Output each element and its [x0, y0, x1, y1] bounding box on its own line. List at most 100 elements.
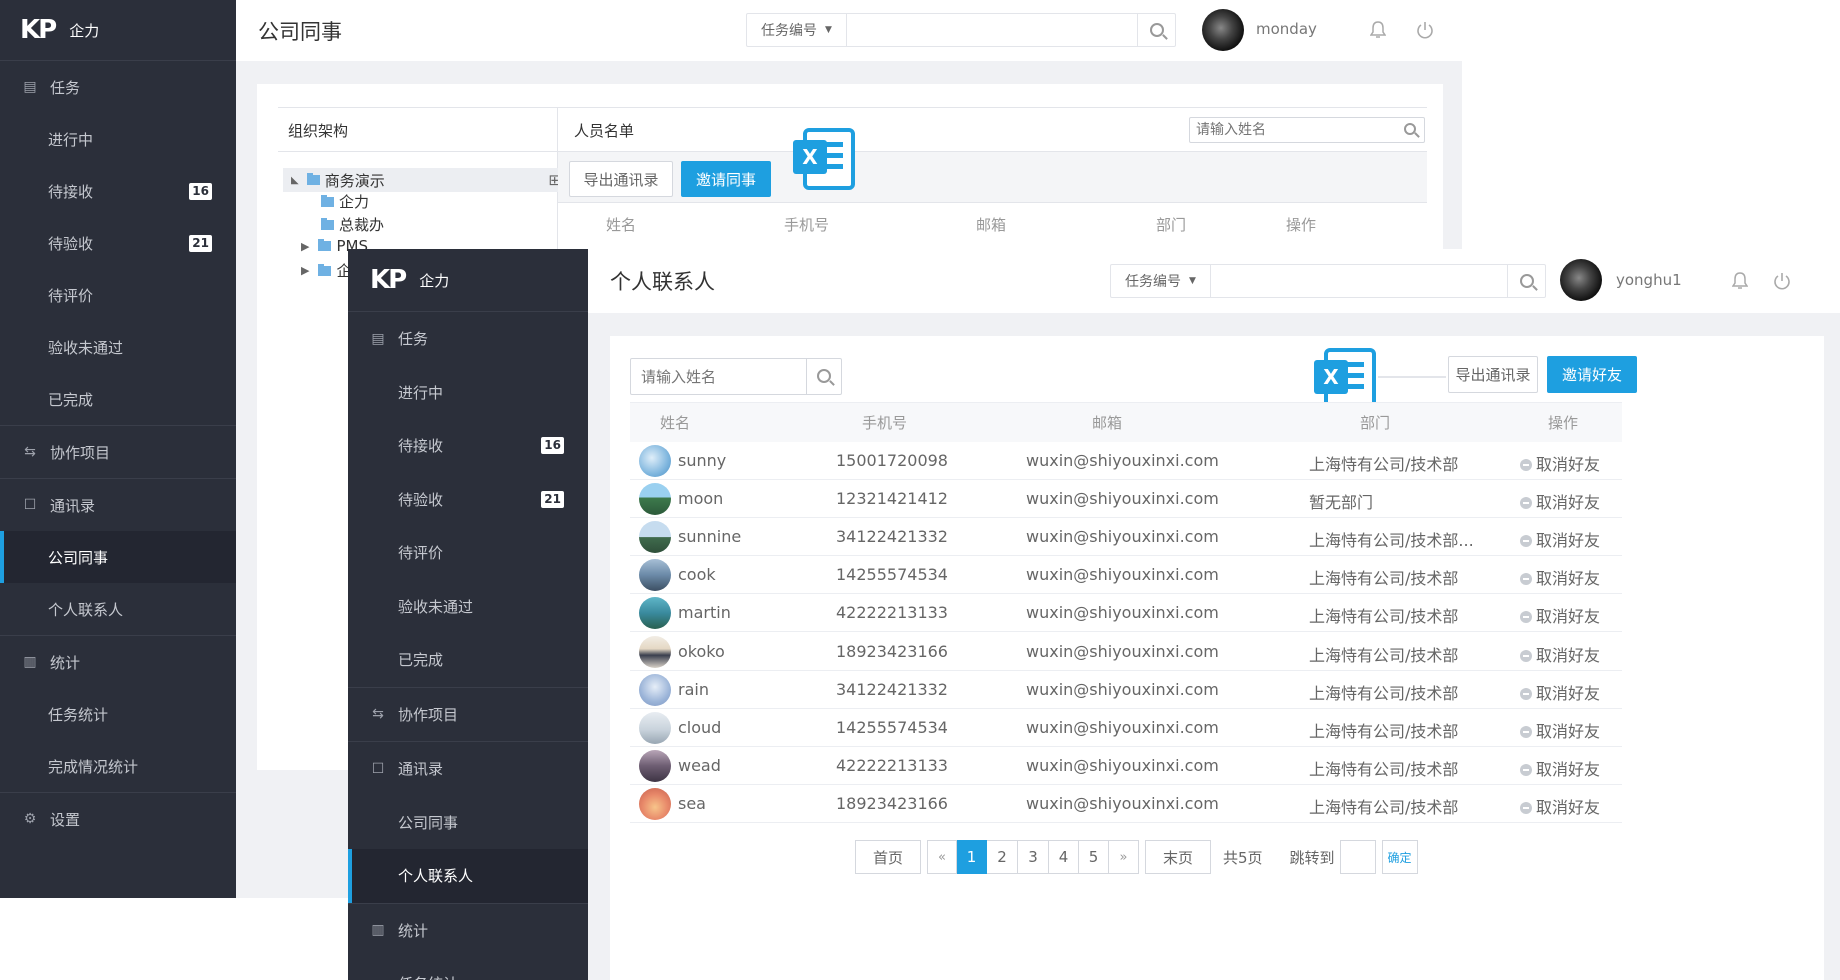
search-icon[interactable] — [817, 369, 831, 383]
unfriend-label: 取消好友 — [1536, 759, 1601, 779]
sidebar-item-done[interactable]: 已完成 — [348, 633, 588, 687]
export-contacts-button[interactable]: 导出通讯录 — [1448, 356, 1538, 393]
search-button[interactable] — [1507, 265, 1545, 297]
sidebar-item-colleagues[interactable]: 公司同事 — [0, 531, 236, 583]
jump-confirm-button[interactable]: 确定 — [1381, 840, 1418, 874]
avatar[interactable] — [1202, 9, 1244, 51]
sidebar-item-label: 完成情况统计 — [48, 757, 139, 776]
username[interactable]: yonghu1 — [1616, 271, 1682, 289]
prev-page-button[interactable]: « — [927, 840, 957, 874]
name-search-input[interactable] — [631, 359, 807, 394]
folder-icon — [306, 173, 320, 185]
sidebar: KP 企力 ▤ 任务 进行中 待接收 16 待验收 21 待评价 验收未通过 已完成 … — [0, 0, 236, 898]
column-header: 部门 — [1156, 216, 1187, 234]
name-search-input[interactable] — [1190, 118, 1390, 142]
sidebar-item-label: 协作项目 — [50, 443, 111, 462]
sidebar-item-in-progress[interactable]: 进行中 — [0, 113, 236, 165]
sidebar-item-projects[interactable]: ⇆ 协作项目 — [348, 688, 588, 742]
logo[interactable]: KP 企力 — [348, 249, 588, 312]
unfriend-button[interactable]: 取消好友 — [1520, 565, 1600, 589]
power-icon[interactable] — [1416, 21, 1434, 39]
unfriend-button[interactable]: 取消好友 — [1520, 642, 1600, 666]
sidebar-item-label: 公司同事 — [398, 813, 459, 832]
sidebar-item-to-accept[interactable]: 待验收 21 — [0, 217, 236, 269]
unfriend-button[interactable]: 取消好友 — [1520, 527, 1600, 551]
gear-icon: ⚙ — [23, 811, 37, 827]
sidebar-item-colleagues[interactable]: 公司同事 — [348, 796, 588, 850]
bell-icon[interactable] — [1731, 272, 1749, 290]
count-badge: 16 — [189, 182, 212, 200]
sidebar-item-label: 待验收 — [398, 490, 444, 509]
avatar — [639, 483, 671, 516]
sidebar-item-stats[interactable]: ▥ 统计 — [348, 904, 588, 958]
sidebar-item-settings[interactable]: ⚙ 设置 — [0, 793, 236, 845]
invite-colleague-button[interactable]: 邀请同事 — [681, 161, 771, 197]
contact-department: 上海恃有公司/技术部 — [1309, 645, 1459, 665]
tree-node[interactable]: 总裁办 — [321, 214, 384, 235]
invite-friend-button[interactable]: 邀请好友 — [1547, 356, 1637, 393]
jump-page-input[interactable] — [1339, 840, 1376, 874]
last-page-button[interactable]: 末页 — [1145, 840, 1211, 874]
sidebar-item-personal-contacts[interactable]: 个人联系人 — [0, 583, 236, 635]
sidebar-item-task-stats[interactable]: 任务统计 — [348, 957, 588, 980]
unfriend-button[interactable]: 取消好友 — [1520, 718, 1600, 742]
next-page-button[interactable]: » — [1109, 840, 1139, 874]
sidebar-item-label: 待接收 — [398, 437, 444, 456]
sidebar-item-rejected[interactable]: 验收未通过 — [0, 321, 236, 373]
sidebar-item-contacts[interactable]: ☐ 通讯录 — [348, 742, 588, 796]
page-button[interactable]: 2 — [987, 840, 1018, 874]
search-type-select[interactable]: 任务编号 ▼ — [747, 14, 847, 46]
sidebar-item-to-evaluate[interactable]: 待评价 — [348, 526, 588, 580]
sidebar-item-to-accept[interactable]: 待验收 21 — [348, 473, 588, 527]
tree-node[interactable]: 企力 — [321, 191, 369, 212]
unfriend-button[interactable]: 取消好友 — [1520, 756, 1600, 780]
page-button[interactable]: 1 — [957, 840, 987, 874]
unfriend-button[interactable]: 取消好友 — [1520, 451, 1600, 475]
search-type-select[interactable]: 任务编号 ▼ — [1111, 265, 1211, 297]
bell-icon[interactable] — [1369, 21, 1387, 39]
page-button[interactable]: 3 — [1018, 840, 1049, 874]
sidebar-item-to-evaluate[interactable]: 待评价 — [0, 269, 236, 321]
sidebar-item-done[interactable]: 已完成 — [0, 373, 236, 425]
sidebar-item-personal-contacts[interactable]: 个人联系人 — [348, 849, 588, 903]
column-header: 姓名 — [606, 216, 637, 234]
svg-text:X: X — [1323, 365, 1339, 389]
sidebar-item-label: 设置 — [50, 810, 81, 829]
sidebar-item-tasks[interactable]: ▤ 任务 — [0, 61, 236, 113]
sidebar-item-to-receive[interactable]: 待接收 16 — [348, 419, 588, 473]
sidebar-item-completion-stats[interactable]: 完成情况统计 — [0, 740, 236, 792]
sidebar-item-in-progress[interactable]: 进行中 — [348, 366, 588, 420]
contact-phone: 14255574534 — [836, 717, 948, 737]
sidebar-item-tasks[interactable]: ▤ 任务 — [348, 312, 588, 366]
search-input[interactable] — [1211, 265, 1507, 297]
search-input[interactable] — [847, 14, 1137, 46]
tree-node-root[interactable]: ◣ 商务演示 ⊞ — [283, 168, 565, 192]
remove-icon — [1520, 573, 1532, 586]
unfriend-label: 取消好友 — [1536, 683, 1601, 703]
logo[interactable]: KP 企力 — [0, 0, 236, 61]
search-button[interactable] — [1137, 14, 1175, 46]
unfriend-button[interactable]: 取消好友 — [1520, 680, 1600, 704]
sidebar-item-contacts[interactable]: ☐ 通讯录 — [0, 479, 236, 531]
page-button[interactable]: 5 — [1079, 840, 1109, 874]
tree-node[interactable]: ▶ 企 — [301, 260, 351, 281]
page-button[interactable]: 4 — [1049, 840, 1079, 874]
avatar[interactable] — [1560, 259, 1602, 301]
contact-email: wuxin@shiyouxinxi.com — [1026, 603, 1219, 623]
power-icon[interactable] — [1773, 272, 1791, 290]
name-search[interactable] — [1189, 117, 1425, 143]
sidebar-item-stats[interactable]: ▥ 统计 — [0, 636, 236, 688]
search-icon[interactable] — [1404, 123, 1416, 135]
top-header: 公司同事 任务编号 ▼ monday — [236, 0, 1462, 61]
unfriend-button[interactable]: 取消好友 — [1520, 603, 1600, 627]
sidebar-item-rejected[interactable]: 验收未通过 — [348, 580, 588, 634]
sidebar-item-projects[interactable]: ⇆ 协作项目 — [0, 426, 236, 478]
sidebar-item-task-stats[interactable]: 任务统计 — [0, 688, 236, 740]
first-page-button[interactable]: 首页 — [855, 840, 921, 874]
export-contacts-button[interactable]: 导出通讯录 — [569, 161, 673, 197]
username[interactable]: monday — [1256, 20, 1317, 38]
sidebar-item-to-receive[interactable]: 待接收 16 — [0, 165, 236, 217]
unfriend-button[interactable]: 取消好友 — [1520, 794, 1600, 818]
name-search[interactable] — [630, 358, 842, 395]
unfriend-button[interactable]: 取消好友 — [1520, 489, 1600, 513]
